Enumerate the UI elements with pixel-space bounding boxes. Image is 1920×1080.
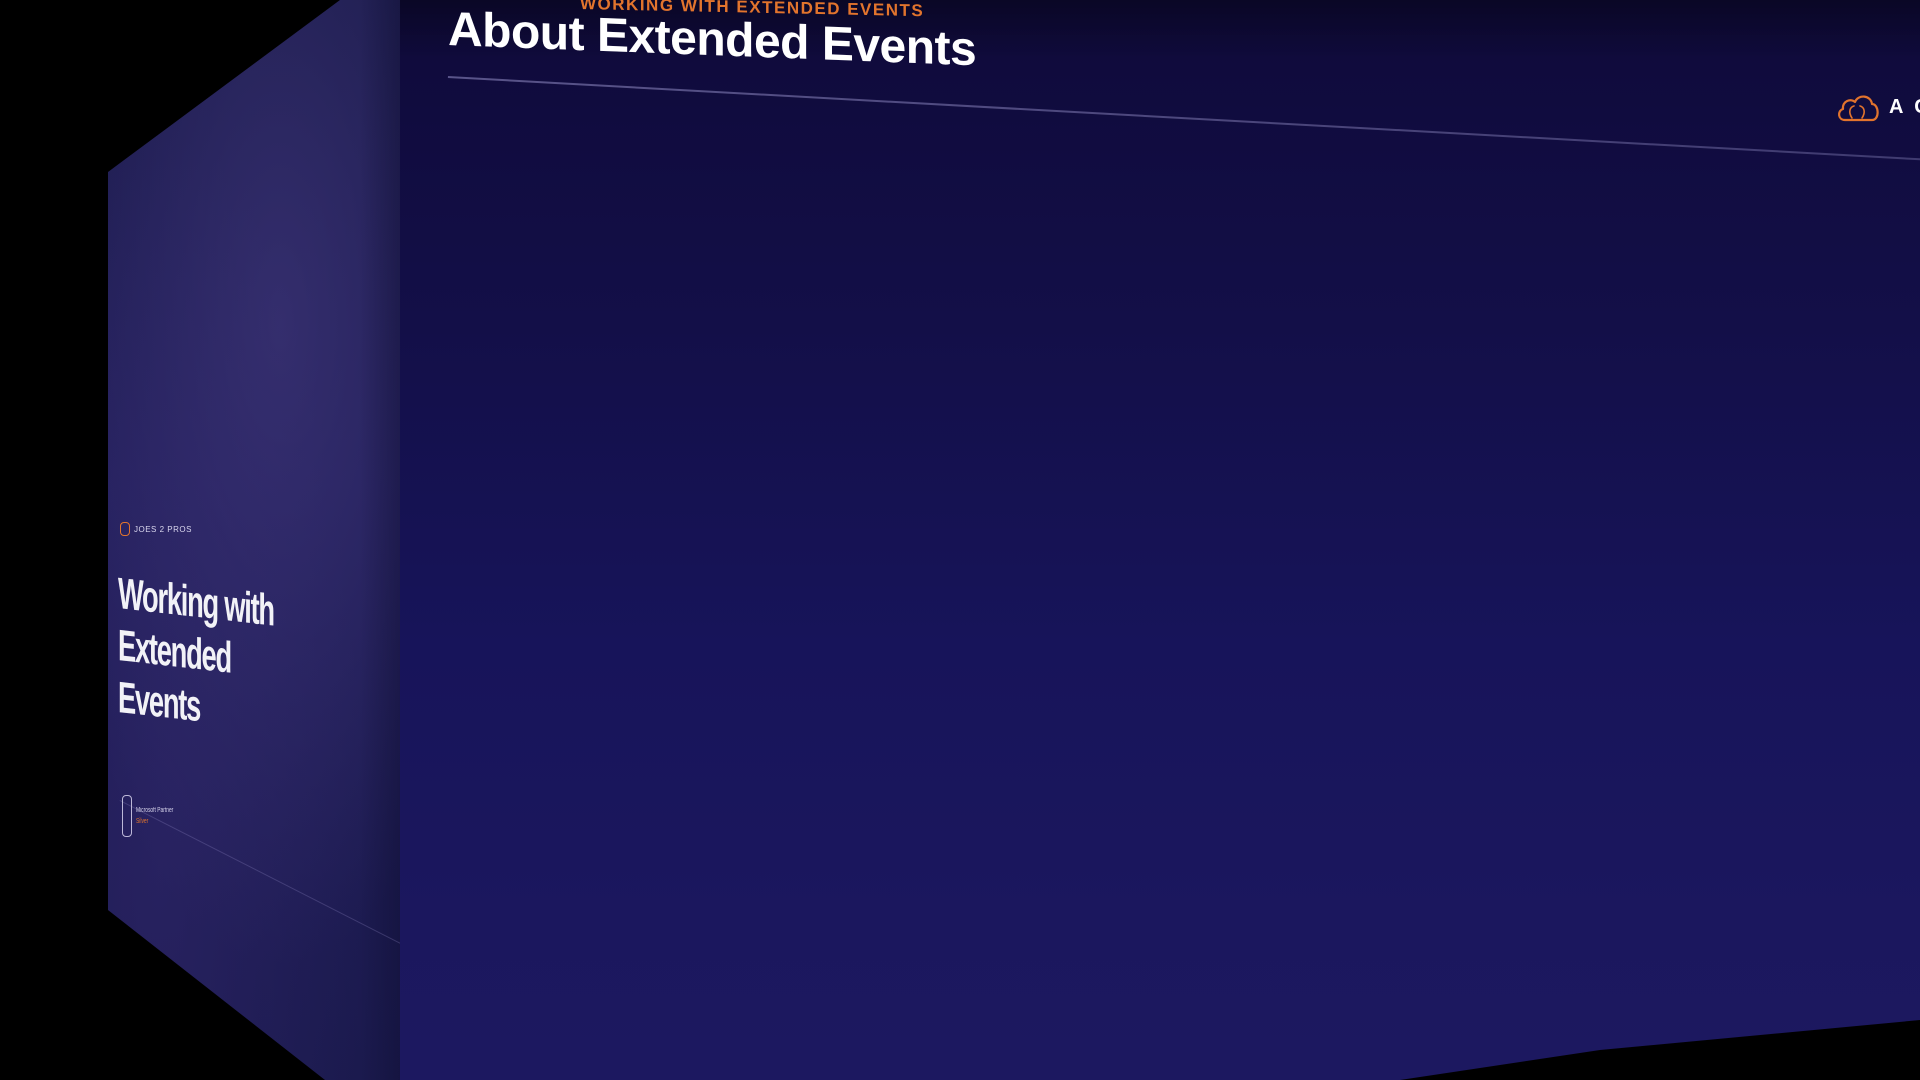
- previous-slide-title: Working with Extended Events: [118, 569, 274, 732]
- title-underline: [447, 76, 1920, 161]
- partner-badge-icon: [122, 795, 132, 837]
- partner-logo-line1: Microsoft Partner: [136, 807, 174, 814]
- brand-mark-icon: [120, 522, 130, 536]
- slide-brand-text: A C: [1889, 95, 1920, 118]
- previous-slide-brand-text: JOES 2 PROS: [134, 524, 192, 534]
- previous-slide-face: JOES 2 PROS Working with Extended Events…: [108, 0, 400, 1080]
- face-edge-shade: [360, 0, 400, 1080]
- slide-transition-view: JOES 2 PROS Working with Extended Events…: [0, 0, 1920, 1080]
- slide-brand: A C: [1835, 90, 1920, 124]
- current-slide-face: WORKING WITH EXTENDED EVENTS About Exten…: [400, 0, 1920, 1080]
- cloud-icon: [1835, 90, 1881, 124]
- previous-slide-brand: JOES 2 PROS: [120, 522, 192, 536]
- partner-logo: Microsoft Partner Silver: [122, 795, 189, 837]
- partner-logo-line2: Silver: [136, 818, 149, 825]
